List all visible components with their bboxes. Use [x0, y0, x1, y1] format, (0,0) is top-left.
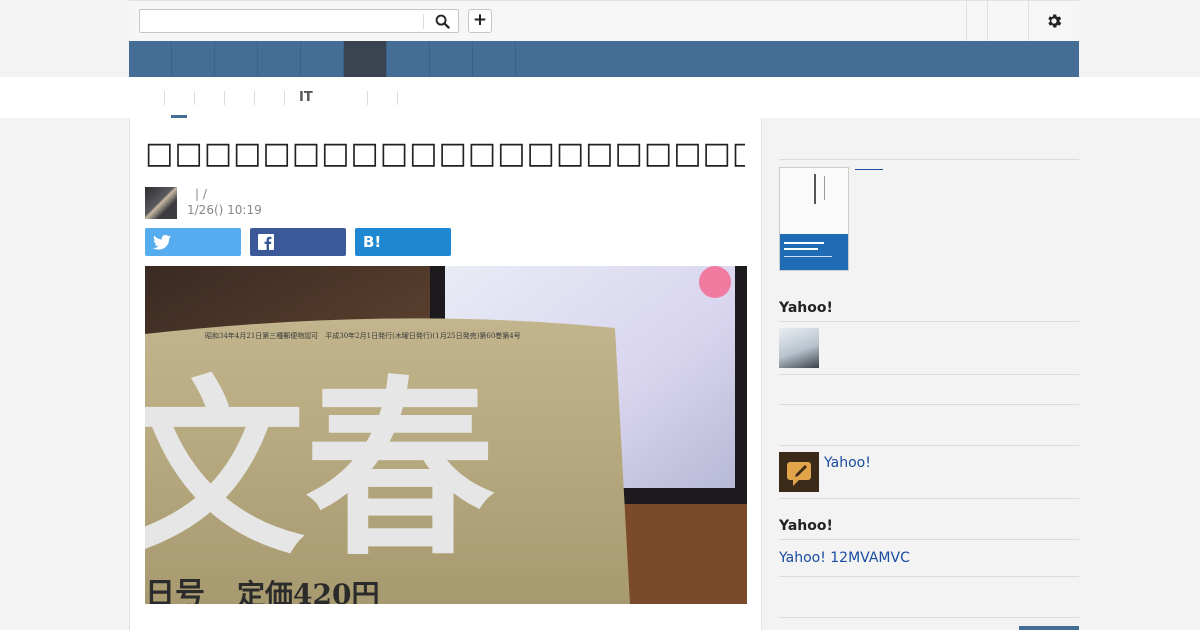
- divider: [779, 321, 1079, 322]
- sub-nav: IT: [0, 77, 1200, 118]
- divider: [779, 576, 1079, 577]
- subnav-item[interactable]: [224, 91, 253, 105]
- sidebar-heading: Yahoo!: [779, 518, 833, 534]
- divider: [779, 539, 1079, 540]
- news-thumbnail[interactable]: [779, 328, 819, 368]
- subnav-item-it[interactable]: IT: [284, 91, 327, 105]
- add-button[interactable]: +: [468, 9, 492, 33]
- divider: [779, 374, 1079, 375]
- divider: [779, 159, 1079, 160]
- sidebar-heading: Yahoo!: [779, 300, 833, 316]
- nav-item[interactable]: [172, 41, 215, 77]
- article-title: □□□□□□□□□□□□□□□□□□□□□□□□□□□□□: [145, 136, 745, 171]
- nav-item[interactable]: [215, 41, 258, 77]
- book-link[interactable]: [855, 169, 883, 170]
- divider: [779, 617, 1079, 618]
- search-input[interactable]: [144, 11, 428, 33]
- subnav-item[interactable]: [194, 91, 223, 105]
- article-hero-image: 昭和34年4月21日第三種郵便物認可 平成30年2月1日発行(木曜日発行)(1月…: [145, 266, 747, 604]
- hero-fine-print: 昭和34年4月21日第三種郵便物認可 平成30年2月1日発行(木曜日発行)(1月…: [205, 331, 521, 340]
- toolbar-divider: [987, 1, 988, 42]
- share-twitter-button[interactable]: [145, 228, 241, 256]
- nav-item[interactable]: [301, 41, 344, 77]
- publish-date: 1/26() 10:19: [187, 203, 262, 217]
- top-toolbar: +: [129, 0, 1079, 43]
- divider: [779, 404, 1079, 405]
- sidebar-author-link[interactable]: Yahoo!: [824, 455, 871, 471]
- hatena-icon: B!: [363, 233, 382, 251]
- divider: [779, 498, 1079, 499]
- search-button[interactable]: [426, 10, 458, 32]
- nav-item[interactable]: [129, 41, 172, 77]
- search-box: [139, 9, 459, 33]
- hero-magazine-title: 文春: [145, 358, 495, 581]
- article: □□□□□□□□□□□□□□□□□□□□□□□□□□□□□ | / 1/26()…: [129, 118, 762, 630]
- sidebar-link[interactable]: Yahoo! 12MVAMVC: [779, 550, 910, 566]
- subnav-divider: [397, 91, 398, 105]
- nav-item[interactable]: [430, 41, 473, 77]
- toolbar-divider: [1028, 1, 1029, 42]
- author-link[interactable]: | /: [187, 186, 262, 202]
- nav-item[interactable]: [473, 41, 516, 77]
- author-avatar[interactable]: [145, 187, 177, 219]
- sidebar-banner[interactable]: [1019, 626, 1079, 630]
- settings-button[interactable]: [1038, 10, 1070, 32]
- search-icon: [435, 14, 450, 29]
- subnav-item[interactable]: [254, 91, 283, 105]
- author-icon[interactable]: [779, 452, 819, 492]
- nav-item-active[interactable]: [344, 41, 387, 77]
- subnav-item[interactable]: [367, 91, 396, 105]
- nav-item[interactable]: [387, 41, 430, 77]
- book-cover[interactable]: [779, 167, 849, 271]
- hero-issue: 日号: [145, 577, 205, 604]
- facebook-icon: [258, 234, 274, 250]
- gear-icon: [1048, 14, 1062, 28]
- sidebar: Yahoo! Yahoo! Yahoo! Yahoo! 12MVAMVC: [779, 118, 1079, 630]
- divider: [779, 445, 1079, 446]
- share-facebook-button[interactable]: [250, 228, 346, 256]
- share-hatena-button[interactable]: B!: [355, 228, 451, 256]
- nav-item[interactable]: [258, 41, 301, 77]
- search-divider: [423, 14, 424, 29]
- toolbar-divider: [966, 1, 967, 42]
- hero-price: 定価420円: [237, 578, 379, 604]
- twitter-icon: [153, 234, 171, 250]
- main-nav: [129, 41, 1079, 77]
- byline: | / 1/26() 10:19: [187, 186, 262, 218]
- subnav-item[interactable]: [164, 91, 193, 105]
